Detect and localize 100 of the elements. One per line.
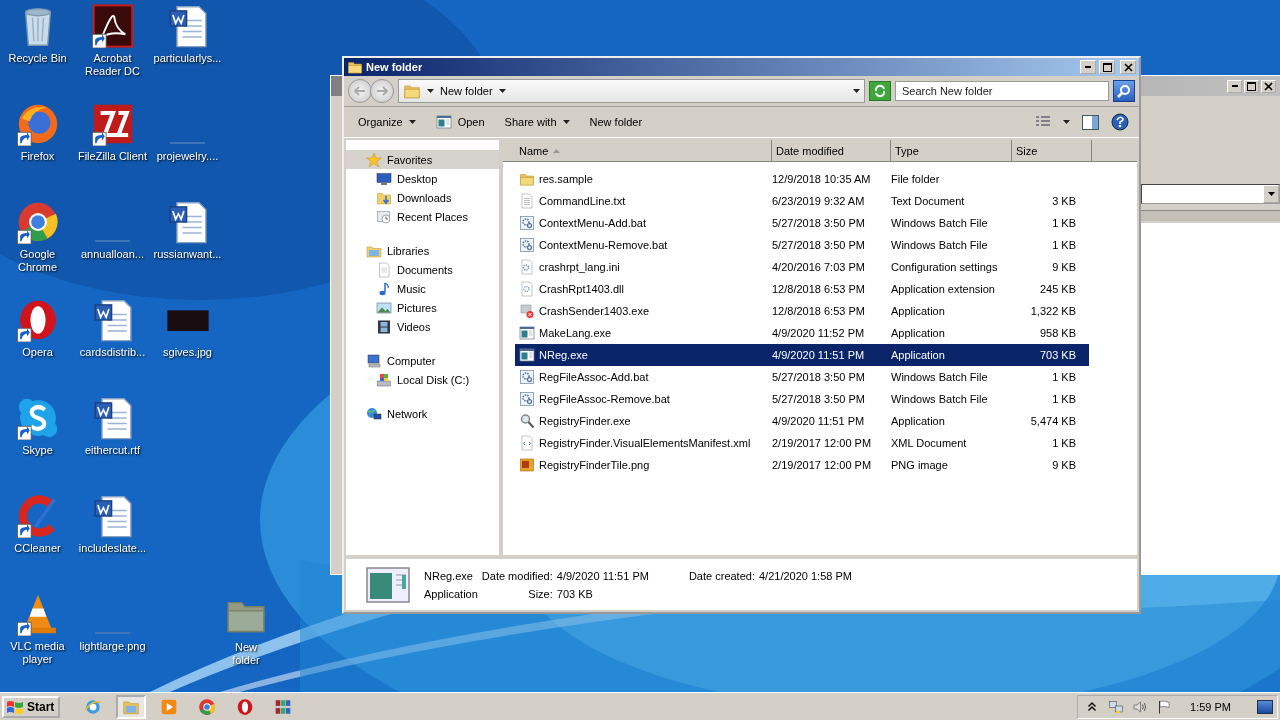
navigation-item[interactable]: Libraries: [346, 241, 499, 260]
desktop-icon-label[interactable]: CCleaner: [14, 542, 61, 555]
desktop-icon-label[interactable]: Firefox: [20, 150, 55, 163]
navigation-item[interactable]: Music: [346, 279, 499, 298]
refresh-button[interactable]: [869, 81, 891, 101]
maximize-button[interactable]: [1244, 79, 1259, 93]
desktop-icon-label[interactable]: VLC media player: [0, 640, 75, 666]
desktop-icon-label[interactable]: lightlarge.png: [79, 640, 146, 653]
minimize-icon: [1231, 85, 1238, 87]
desktop-icon-label[interactable]: Opera: [22, 346, 53, 359]
navigation-item[interactable]: Favorites: [346, 150, 499, 169]
close-button[interactable]: [1120, 60, 1136, 74]
minimize-button[interactable]: [1227, 79, 1242, 93]
show-desktop-button[interactable]: [1257, 699, 1273, 714]
breadcrumb[interactable]: New folder: [440, 85, 493, 97]
size-cell-text: 1 KB: [1051, 217, 1077, 229]
desktop-icon-label[interactable]: Skype: [22, 444, 53, 457]
date-cell-text: 2/19/2017 12:00 PM: [771, 437, 873, 449]
desktop-icon-label[interactable]: particularlys...: [153, 52, 222, 65]
file-row[interactable]: RegistryFinderTile.png 2/19/2017 12:00 PM PNG image 9 KB: [515, 454, 1089, 476]
toolbar-button[interactable]: Share with: [496, 113, 578, 131]
navigation-item[interactable]: Documents: [346, 260, 499, 279]
gear-file-icon: [519, 369, 535, 385]
close-button[interactable]: [1261, 79, 1276, 93]
field-label: Size:: [527, 588, 553, 600]
file-name-cell: RegFileAssoc-Add.bat: [515, 369, 768, 385]
folder-icon: [519, 171, 535, 187]
desktop-icon-label[interactable]: cardsdistrib...: [79, 346, 146, 359]
column-header[interactable]: Size: [1012, 140, 1092, 161]
type-cell-text: Application: [890, 305, 946, 317]
toolbar-button[interactable]: New folder: [581, 113, 651, 131]
close-icon: [1123, 62, 1133, 72]
desktop-icon-label[interactable]: eithercut.rtf: [85, 444, 140, 457]
computer-icon: [366, 352, 382, 369]
toolbar-button[interactable]: Organize: [350, 113, 424, 131]
desktop-icon-label[interactable]: annualloan...: [81, 248, 144, 261]
caret-icon: [427, 89, 434, 93]
navigation-item[interactable]: Network: [346, 404, 499, 423]
file-row[interactable]: RegFileAssoc-Remove.bat 5/27/2018 3:50 PM Windows Batch File 1 KB: [515, 388, 1089, 410]
file-row[interactable]: MakeLang.exe 4/9/2020 11:52 PM Application 958 KB: [515, 322, 1089, 344]
file-row[interactable]: ContextMenu-Remove.bat 5/27/2018 3:50 PM Windows Batch File 1 KB: [515, 234, 1089, 256]
desktop-icon-label[interactable]: includeslate...: [78, 542, 147, 555]
navigation-item[interactable]: Desktop: [346, 169, 499, 188]
monitor-icon: [376, 170, 392, 187]
caret-icon: [498, 89, 506, 93]
file-row[interactable]: NReg.exe 4/9/2020 11:51 PM Application 703 KB: [515, 344, 1089, 366]
navigation-item[interactable]: Downloads: [346, 188, 499, 207]
type-cell-text: Application: [890, 415, 946, 427]
file-row[interactable]: CommandLine.txt 6/23/2019 9:32 AM Text Document 3 KB: [515, 190, 1089, 212]
file-row[interactable]: CrashSender1403.exe 12/8/2018 6:53 PM Application 1,322 KB: [515, 300, 1089, 322]
field-value: 4/9/2020 11:51 PM: [556, 570, 649, 582]
desktop-icon-label[interactable]: sgives.jpg: [163, 346, 212, 359]
file-name-cell: RegFileAssoc-Remove.bat: [515, 391, 768, 407]
column-header[interactable]: Name: [515, 140, 772, 161]
film-strip-icon: [376, 318, 392, 335]
file-name-cell: RegistryFinderTile.png: [515, 457, 768, 473]
file-row[interactable]: res.sample 12/9/2018 10:35 AM File folder: [515, 168, 1089, 190]
column-header[interactable]: Type: [891, 140, 1012, 161]
dropdown-field[interactable]: [1141, 184, 1280, 204]
desktop-icon-label[interactable]: FileZilla Client: [77, 150, 148, 163]
maximize-button[interactable]: [1099, 60, 1115, 74]
file-name-cell: ContextMenu-Remove.bat: [515, 237, 768, 253]
file-name-cell: MakeLang.exe: [515, 325, 768, 341]
type-cell-text: Windows Batch File: [890, 217, 989, 229]
maximize-icon: [1102, 62, 1112, 72]
file-row[interactable]: RegFileAssoc-Add.bat 5/27/2018 3:50 PM Windows Batch File 1 KB: [515, 366, 1089, 388]
navigation-item[interactable]: Local Disk (C:): [346, 370, 499, 389]
maximize-icon: [1247, 81, 1256, 91]
file-row[interactable]: CrashRpt1403.dll 12/8/2018 6:53 PM Application extension 245 KB: [515, 278, 1089, 300]
app-window-icon: [519, 347, 535, 363]
file-name-cell: RegistryFinder.exe: [515, 413, 768, 429]
file-name-cell: CommandLine.txt: [515, 193, 768, 209]
caret-icon: [1267, 192, 1275, 196]
toolbar-button[interactable]: Open: [427, 111, 493, 133]
app-window-icon: [366, 567, 410, 603]
desktop-icon-label[interactable]: Acrobat Reader DC: [75, 52, 150, 78]
navigation-item[interactable]: Pictures: [346, 298, 499, 317]
file-row[interactable]: ContextMenu-Add.bat 5/27/2018 3:50 PM Windows Batch File 1 KB: [515, 212, 1089, 234]
gear-file-icon: [519, 391, 535, 407]
size-cell-text: 3 KB: [1051, 195, 1077, 207]
star-icon: [366, 151, 382, 168]
navigation-item[interactable]: Recent Places: [346, 207, 499, 226]
search-button[interactable]: [1113, 80, 1135, 102]
dropdown-button[interactable]: [1263, 185, 1279, 203]
search-field[interactable]: Search New folder: [895, 81, 1109, 101]
navigation-item[interactable]: Videos: [346, 317, 499, 336]
file-row[interactable]: crashrpt_lang.ini 4/20/2016 7:03 PM Configuration settings 9 KB: [515, 256, 1089, 278]
desktop-icon-label[interactable]: russianwant...: [153, 248, 222, 261]
minimize-button[interactable]: [1080, 60, 1096, 74]
desktop-icon-label[interactable]: Recycle Bin: [8, 52, 67, 65]
speaker-icon: [1132, 698, 1149, 715]
file-row[interactable]: RegistryFinder.VisualElementsManifest.xml 2/19/2017 12:00 PM XML Document 1 KB: [515, 432, 1089, 454]
address-field[interactable]: New folder: [398, 79, 865, 103]
magnifier-icon: [519, 413, 535, 429]
desktop-icon-label[interactable]: projewelry....: [156, 150, 219, 163]
file-row[interactable]: RegistryFinder.exe 4/9/2020 11:51 PM Application 5,474 KB: [515, 410, 1089, 432]
desktop-icon-label[interactable]: Google Chrome: [0, 248, 75, 274]
start-button[interactable]: Start: [2, 695, 61, 718]
column-header[interactable]: Date modified: [772, 140, 891, 161]
navigation-item[interactable]: Computer: [346, 351, 499, 370]
